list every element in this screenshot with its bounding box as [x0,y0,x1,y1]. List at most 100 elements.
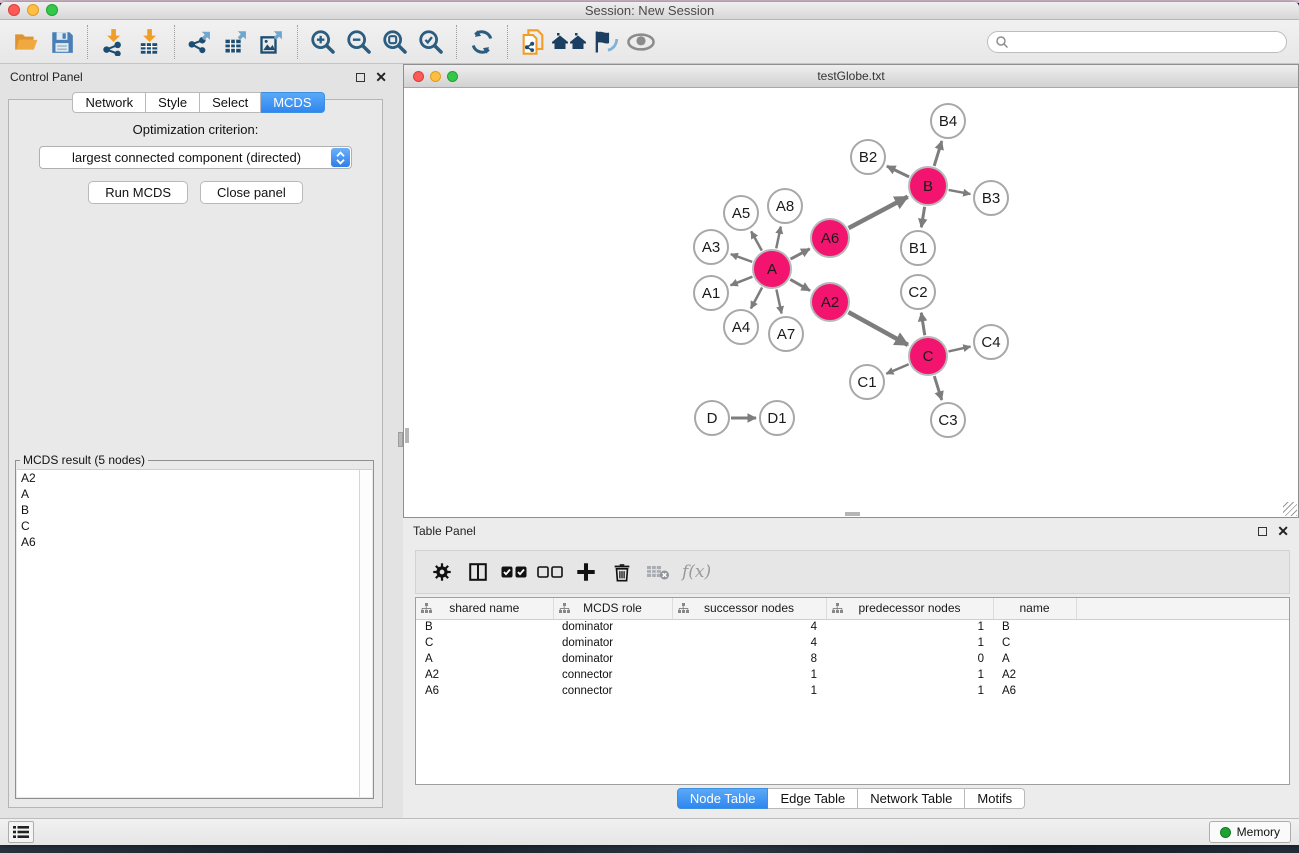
graph-edge-C-C3[interactable] [934,376,941,400]
graph-edge-A6-B[interactable] [849,197,908,228]
column-header[interactable]: successor nodes [672,598,826,619]
home-icon[interactable] [551,24,587,60]
column-header[interactable]: shared name [416,598,553,619]
table-row[interactable]: A6connector11A6 [416,683,1289,699]
table-cell[interactable]: B [993,619,1076,635]
graph-node-A2[interactable]: A2 [810,282,850,322]
graph-edge-C-C4[interactable] [948,347,970,352]
table-row[interactable]: Adominator80A [416,651,1289,667]
export-table-icon[interactable] [218,24,254,60]
zoom-fit-icon[interactable] [377,24,413,60]
tab-motifs[interactable]: Motifs [965,788,1025,809]
graph-node-A1[interactable]: A1 [693,275,729,311]
graph-edge-A-A6[interactable] [791,249,810,259]
mcds-result-list[interactable]: A2 A B C A6 [17,469,372,797]
resize-grip-icon[interactable] [1283,502,1297,516]
graph-edge-C-C1[interactable] [886,364,908,374]
zoom-out-icon[interactable] [341,24,377,60]
graph-node-C4[interactable]: C4 [973,324,1009,360]
save-session-icon[interactable] [44,24,80,60]
tab-edge-table[interactable]: Edge Table [768,788,858,809]
memory-button[interactable]: Memory [1209,821,1291,843]
table-cell[interactable]: connector [553,683,672,699]
gear-icon[interactable] [426,556,458,588]
float-panel-icon[interactable] [1258,527,1267,536]
graph-node-A7[interactable]: A7 [768,316,804,352]
search-input[interactable] [987,31,1287,53]
table-cell[interactable]: 1 [826,635,993,651]
table-cell[interactable]: dominator [553,651,672,667]
close-panel-button[interactable]: Close panel [200,181,303,204]
list-item[interactable]: C [17,518,372,534]
table-cell[interactable]: A [416,651,553,667]
scrollbar-thumb[interactable] [405,428,409,443]
graph-node-A5[interactable]: A5 [723,195,759,231]
table-cell[interactable]: 1 [826,667,993,683]
graph-node-C1[interactable]: C1 [849,364,885,400]
close-panel-icon[interactable]: ✕ [1277,527,1289,536]
list-item[interactable]: B [17,502,372,518]
column-header[interactable]: MCDS role [553,598,672,619]
table-cell[interactable]: 0 [826,651,993,667]
export-network-icon[interactable] [182,24,218,60]
graph-edge-B-B2[interactable] [887,166,909,177]
graph-node-B2[interactable]: B2 [850,139,886,175]
run-mcds-button[interactable]: Run MCDS [88,181,188,204]
table-cell[interactable]: 8 [672,651,826,667]
graph-node-C[interactable]: C [908,336,948,376]
graph-edge-A-A8[interactable] [776,227,781,249]
graph-edge-A-A2[interactable] [790,279,810,290]
tab-network-table[interactable]: Network Table [858,788,965,809]
import-table-icon[interactable] [131,24,167,60]
table-cell[interactable]: 1 [826,619,993,635]
table-cell[interactable]: A6 [993,683,1076,699]
graph-node-B1[interactable]: B1 [900,230,936,266]
clone-network-icon[interactable] [515,24,551,60]
network-canvas[interactable]: AA1A2A3A4A5A6A7A8BB1B2B3B4CC1C2C3C4DD1 [404,88,1298,517]
graph-node-A[interactable]: A [752,249,792,289]
table-cell[interactable]: connector [553,667,672,683]
table-cell[interactable]: 1 [672,667,826,683]
graph-node-D1[interactable]: D1 [759,400,795,436]
graph-edge-C-C2[interactable] [921,313,925,336]
network-window-titlebar[interactable]: testGlobe.txt [404,65,1298,88]
graph-edge-A2-C[interactable] [848,312,907,345]
column-header[interactable]: predecessor nodes [826,598,993,619]
list-item[interactable]: A2 [17,470,372,486]
table-cell[interactable]: 4 [672,619,826,635]
table-cell[interactable]: dominator [553,635,672,651]
zoom-in-icon[interactable] [305,24,341,60]
tab-mcds[interactable]: MCDS [261,92,324,113]
list-item[interactable]: A [17,486,372,502]
graph-node-B3[interactable]: B3 [973,180,1009,216]
graph-node-A8[interactable]: A8 [767,188,803,224]
tab-style[interactable]: Style [146,92,200,113]
refresh-icon[interactable] [464,24,500,60]
table-cell[interactable]: B [416,619,553,635]
graph-edge-A-A7[interactable] [776,290,781,314]
graph-edge-A-A5[interactable] [751,231,762,250]
select-all-icon[interactable] [498,556,530,588]
zoom-network-window-button[interactable] [447,71,458,82]
table-cell[interactable]: dominator [553,619,672,635]
table-cell[interactable]: A2 [993,667,1076,683]
graph-node-B4[interactable]: B4 [930,103,966,139]
graph-edge-A-A1[interactable] [731,277,753,286]
graph-edge-B-B3[interactable] [949,190,971,194]
column-header[interactable]: name [993,598,1076,619]
zoom-selected-icon[interactable] [413,24,449,60]
table-cell[interactable]: A6 [416,683,553,699]
graph-node-A3[interactable]: A3 [693,229,729,265]
tab-select[interactable]: Select [200,92,261,113]
hide-graphics-icon[interactable] [587,24,623,60]
delete-table-icon[interactable] [642,556,674,588]
export-image-icon[interactable] [254,24,290,60]
table-cell[interactable]: 4 [672,635,826,651]
close-network-window-button[interactable] [413,71,424,82]
table-cell[interactable]: A [993,651,1076,667]
scrollbar-thumb[interactable] [845,512,860,516]
delete-icon[interactable] [606,556,638,588]
graph-edge-A-A3[interactable] [731,254,752,262]
graph-node-C2[interactable]: C2 [900,274,936,310]
table-cell[interactable]: C [993,635,1076,651]
